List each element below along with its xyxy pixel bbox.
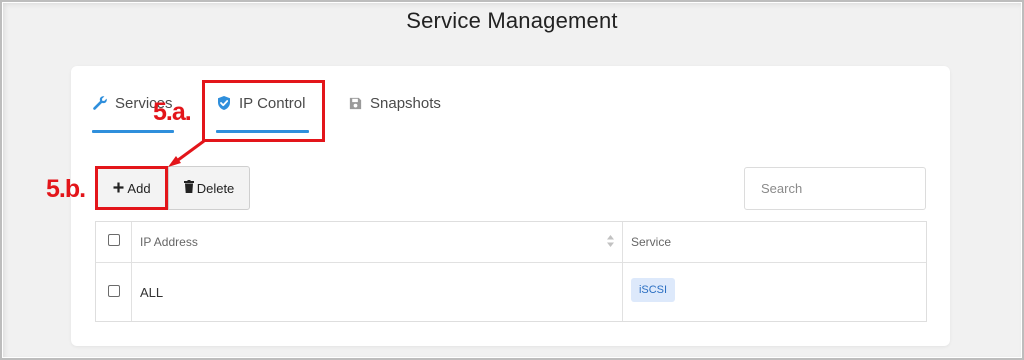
annotation-arrow [168, 139, 205, 167]
